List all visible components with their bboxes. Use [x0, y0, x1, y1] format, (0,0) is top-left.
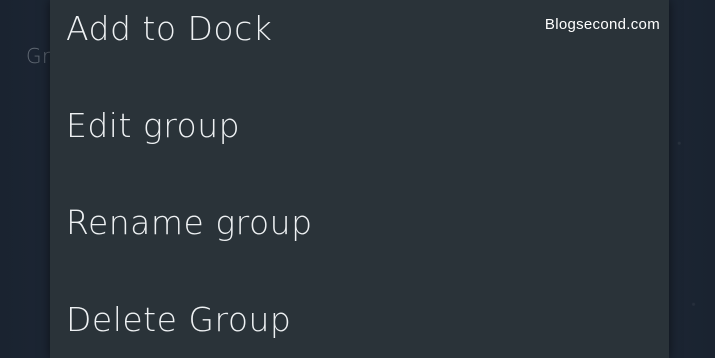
- menu-item-edit-group[interactable]: Edit group: [66, 101, 240, 151]
- menu-item-rename-group[interactable]: Rename group: [66, 198, 313, 248]
- menu-item-add-to-dock[interactable]: Add to Dock: [66, 4, 272, 54]
- menu-item-delete-group[interactable]: Delete Group: [66, 295, 291, 345]
- background-group-label: Gr: [26, 44, 51, 68]
- context-menu: Add to Dock Edit group Rename group Dele…: [50, 0, 669, 358]
- watermark-text: Blogsecond.com: [544, 16, 660, 33]
